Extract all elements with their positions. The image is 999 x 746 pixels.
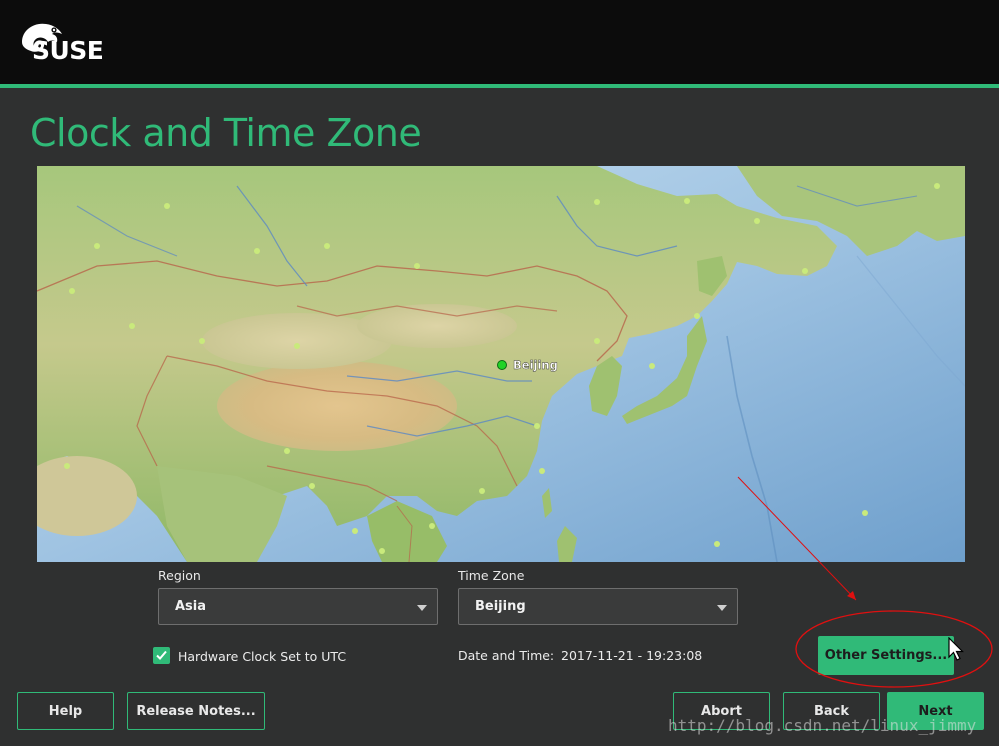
- date-time-value: 2017-11-21 - 19:23:08: [561, 648, 703, 663]
- time-zone-label: Time Zone: [458, 568, 525, 583]
- checkmark-icon: [156, 650, 167, 660]
- annotation-arrow-head: [847, 591, 856, 600]
- time-zone-dropdown[interactable]: Beijing: [458, 588, 738, 625]
- date-time-label: Date and Time:: [458, 648, 555, 663]
- page-title: Clock and Time Zone: [30, 111, 422, 155]
- other-settings-button[interactable]: Other Settings...: [818, 636, 954, 675]
- hardware-clock-utc-label[interactable]: Hardware Clock Set to UTC: [178, 649, 346, 664]
- chevron-down-icon: [417, 605, 427, 611]
- hardware-clock-utc-checkbox[interactable]: [153, 647, 170, 664]
- help-button[interactable]: Help: [17, 692, 114, 730]
- header-accent-line: [0, 84, 999, 88]
- release-notes-button[interactable]: Release Notes...: [127, 692, 265, 730]
- time-zone-value: Beijing: [475, 599, 526, 614]
- map-selected-city-label: Beijing: [513, 358, 558, 372]
- suse-logo-text: SUSE: [32, 36, 104, 65]
- region-label: Region: [158, 568, 201, 583]
- watermark-text: http://blog.csdn.net/linux_jimmy: [668, 716, 977, 735]
- top-banner: SUSE: [0, 0, 999, 84]
- chevron-down-icon: [717, 605, 727, 611]
- region-dropdown[interactable]: Asia: [158, 588, 438, 625]
- region-value: Asia: [175, 599, 207, 614]
- time-zone-map[interactable]: Beijing: [37, 166, 965, 562]
- mouse-pointer-icon: [948, 637, 964, 661]
